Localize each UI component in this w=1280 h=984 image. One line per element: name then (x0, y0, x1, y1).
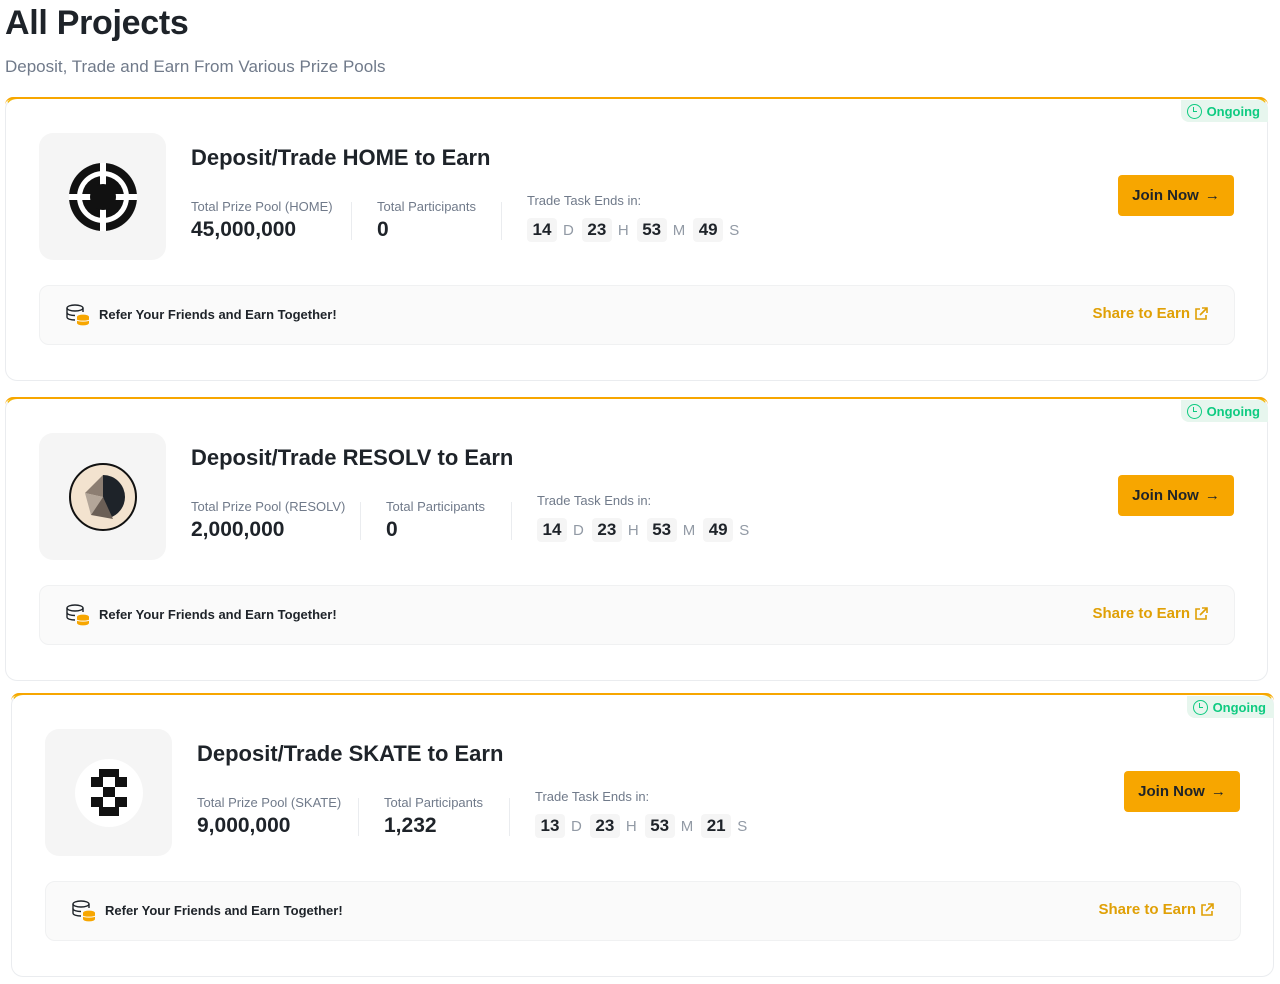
clock-icon (1186, 403, 1202, 419)
join-now-label: Join Now (1132, 187, 1199, 204)
countdown-days: 14 (537, 518, 567, 542)
arrow-right-icon: → (1204, 487, 1220, 504)
status-label: Ongoing (1206, 103, 1260, 119)
unit-hours: H (617, 221, 629, 239)
unit-hours: H (625, 817, 637, 835)
countdown-timer: 14 D 23 H 53 M 49 S (527, 218, 741, 242)
countdown-seconds: 21 (701, 814, 732, 838)
join-now-button[interactable]: Join Now → (1118, 475, 1234, 516)
clock-icon (1192, 699, 1208, 715)
project-title: Deposit/Trade SKATE to Earn (197, 741, 504, 766)
coins-icon (66, 604, 90, 626)
countdown-days: 13 (535, 814, 565, 838)
countdown-minutes: 53 (636, 218, 667, 242)
status-label: Ongoing (1206, 403, 1260, 419)
divider (501, 202, 502, 240)
divider (358, 798, 359, 836)
unit-hours: H (627, 521, 639, 539)
refer-text: Refer Your Friends and Earn Together! (99, 307, 337, 322)
refer-bar: Refer Your Friends and Earn Together! Sh… (39, 285, 1235, 345)
refer-text: Refer Your Friends and Earn Together! (105, 903, 343, 918)
join-now-label: Join Now (1132, 487, 1199, 504)
divider (509, 798, 510, 836)
status-badge: Ongoing (1180, 100, 1268, 122)
countdown-minutes: 53 (644, 814, 675, 838)
home-logo-icon (68, 162, 137, 231)
countdown-days: 14 (527, 218, 557, 242)
project-title: Deposit/Trade RESOLV to Earn (191, 445, 514, 470)
countdown-seconds: 49 (693, 218, 724, 242)
countdown-seconds: 49 (703, 518, 734, 542)
status-badge: Ongoing (1186, 696, 1274, 718)
external-link-icon (1201, 902, 1214, 916)
unit-minutes: M (682, 521, 696, 539)
refer-bar: Refer Your Friends and Earn Together! Sh… (39, 585, 1235, 645)
unit-seconds: S (729, 221, 740, 239)
project-logo (45, 729, 172, 856)
countdown-minutes: 53 (646, 518, 677, 542)
share-to-earn-link[interactable]: Share to Earn (1092, 605, 1208, 622)
divider (351, 202, 352, 240)
join-now-button[interactable]: Join Now → (1124, 771, 1240, 812)
unit-days: D (571, 817, 582, 835)
coins-icon (72, 900, 96, 922)
countdown-label: Trade Task Ends in: (527, 193, 642, 208)
participants-label: Total Participants (386, 499, 485, 514)
participants-label: Total Participants (384, 795, 483, 810)
countdown-hours: 23 (591, 518, 622, 542)
coins-icon (66, 304, 90, 326)
prize-pool-label: Total Prize Pool (RESOLV) (191, 499, 346, 514)
project-card-resolv: Ongoing Deposit/Trade RESOLV to Earn Tot… (5, 397, 1268, 681)
join-now-button[interactable]: Join Now → (1118, 175, 1234, 216)
unit-minutes: M (680, 817, 694, 835)
status-label: Ongoing (1212, 699, 1266, 715)
divider (511, 502, 512, 540)
prize-pool-value: 9,000,000 (197, 814, 291, 837)
countdown-hours: 23 (581, 218, 612, 242)
project-logo (39, 433, 166, 560)
status-badge: Ongoing (1180, 400, 1268, 422)
project-card-home: Ongoing Deposit/Trade HOME to Earn Total… (5, 97, 1268, 381)
arrow-right-icon: → (1210, 783, 1226, 800)
refer-text: Refer Your Friends and Earn Together! (99, 607, 337, 622)
unit-minutes: M (672, 221, 686, 239)
share-label: Share to Earn (1092, 605, 1190, 622)
project-card-skate: Ongoing Deposit/Trade SKATE to Earn Tota… (11, 693, 1274, 977)
arrow-right-icon: → (1204, 187, 1220, 204)
unit-seconds: S (737, 817, 748, 835)
prize-pool-value: 45,000,000 (191, 218, 297, 241)
project-title: Deposit/Trade HOME to Earn (191, 145, 491, 170)
project-logo (39, 133, 166, 260)
prize-pool-label: Total Prize Pool (HOME) (191, 199, 333, 214)
countdown-label: Trade Task Ends in: (537, 493, 652, 508)
refer-bar: Refer Your Friends and Earn Together! Sh… (45, 881, 1241, 941)
participants-value: 1,232 (384, 814, 437, 837)
clock-icon (1186, 103, 1202, 119)
share-label: Share to Earn (1092, 305, 1190, 322)
page-subtitle: Deposit, Trade and Earn From Various Pri… (5, 57, 386, 76)
countdown-timer: 14 D 23 H 53 M 49 S (537, 518, 751, 542)
external-link-icon (1195, 606, 1208, 620)
share-label: Share to Earn (1098, 901, 1196, 918)
prize-pool-value: 2,000,000 (191, 518, 285, 541)
unit-days: D (563, 221, 574, 239)
countdown-hours: 23 (589, 814, 620, 838)
external-link-icon (1195, 306, 1208, 320)
divider (360, 502, 361, 540)
share-to-earn-link[interactable]: Share to Earn (1098, 901, 1214, 918)
participants-value: 0 (386, 518, 398, 541)
unit-days: D (573, 521, 584, 539)
participants-value: 0 (377, 218, 389, 241)
prize-pool-label: Total Prize Pool (SKATE) (197, 795, 342, 810)
unit-seconds: S (739, 521, 750, 539)
page-title: All Projects (5, 4, 189, 42)
share-to-earn-link[interactable]: Share to Earn (1092, 305, 1208, 322)
countdown-timer: 13 D 23 H 53 M 21 S (535, 814, 749, 838)
skate-logo-icon (74, 758, 143, 827)
resolv-logo-icon (68, 462, 137, 531)
participants-label: Total Participants (377, 199, 476, 214)
countdown-label: Trade Task Ends in: (535, 789, 650, 804)
join-now-label: Join Now (1138, 783, 1205, 800)
